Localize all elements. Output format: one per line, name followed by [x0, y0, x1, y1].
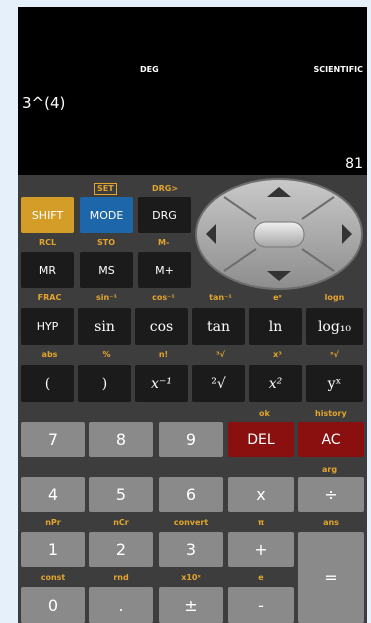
reciprocal-button[interactable]: x⁻¹ [135, 365, 188, 402]
del-button[interactable]: DEL [228, 422, 294, 457]
e-label: e [258, 573, 264, 582]
multiply-button[interactable]: x [228, 477, 294, 512]
mr-button[interactable]: MR [21, 252, 74, 288]
drg-arrow-label: DRG> [152, 184, 179, 193]
angle-mode-indicator: DEG [140, 65, 159, 74]
sin-button[interactable]: sin [78, 308, 131, 345]
drg-button[interactable]: DRG [138, 197, 191, 233]
hyp-button[interactable]: HYP [21, 308, 74, 345]
exp-label: eˣ [273, 293, 282, 302]
digit-8-button[interactable]: 8 [89, 422, 153, 457]
close-paren-button[interactable]: ) [78, 365, 131, 402]
atan-label: tan⁻¹ [209, 293, 232, 302]
calc-mode-indicator: SCIENTIFIC [313, 65, 363, 74]
x10x-label: x10ˣ [181, 573, 201, 582]
rcl-label: RCL [39, 238, 57, 247]
cube-root-label: ³√ [216, 350, 225, 359]
digit-0-button[interactable]: 0 [21, 587, 85, 623]
set-label: SET [94, 183, 117, 195]
minus-button[interactable]: - [228, 587, 294, 623]
log10-button[interactable]: log₁₀ [306, 308, 363, 345]
expression-display: 3^(4) [22, 94, 66, 112]
calculator-frame: DEG SCIENTIFIC 3^(4) 81 SET DRG> SHIFT M… [18, 7, 367, 623]
digit-9-button[interactable]: 9 [159, 422, 223, 457]
digit-2-button[interactable]: 2 [89, 532, 153, 567]
open-paren-button[interactable]: ( [21, 365, 74, 402]
shift-button[interactable]: SHIFT [21, 197, 74, 233]
convert-label: convert [173, 518, 209, 527]
frac-label: FRAC [37, 293, 62, 302]
const-label: const [40, 573, 66, 582]
digit-5-button[interactable]: 5 [89, 477, 153, 512]
divide-button[interactable]: ÷ [298, 477, 364, 512]
plus-button[interactable]: + [228, 532, 294, 567]
ms-button[interactable]: MS [80, 252, 133, 288]
m-minus-label: M- [158, 238, 170, 247]
asin-label: sin⁻¹ [96, 293, 117, 302]
square-root-button[interactable]: ²√ [192, 365, 245, 402]
m-plus-button[interactable]: M+ [138, 252, 191, 288]
display-screen: DEG SCIENTIFIC 3^(4) 81 [18, 7, 367, 175]
tan-button[interactable]: tan [192, 308, 245, 345]
pi-label: π [257, 518, 265, 527]
percent-label: % [102, 350, 111, 359]
rnd-label: rnd [113, 573, 129, 582]
factorial-label: n! [158, 350, 169, 359]
acos-label: cos⁻¹ [152, 293, 175, 302]
digit-3-button[interactable]: 3 [159, 532, 223, 567]
square-button[interactable]: x² [249, 365, 302, 402]
ans-label: ans [323, 518, 339, 527]
plus-minus-button[interactable]: ± [159, 587, 223, 623]
ac-button[interactable]: AC [298, 422, 364, 457]
dpad [195, 178, 363, 290]
decimal-button[interactable]: . [89, 587, 153, 623]
digit-1-button[interactable]: 1 [21, 532, 85, 567]
x-root-label: ˣ√ [330, 350, 339, 359]
power-button[interactable]: yˣ [306, 365, 363, 402]
ok-label: ok [259, 409, 270, 418]
digit-7-button[interactable]: 7 [21, 422, 85, 457]
ln-button[interactable]: ln [249, 308, 302, 345]
npr-label: nPr [45, 518, 61, 527]
sto-label: STO [97, 238, 116, 247]
ncr-label: nCr [113, 518, 129, 527]
dpad-center-button[interactable] [253, 221, 305, 248]
cos-button[interactable]: cos [135, 308, 188, 345]
logn-label: logn [324, 293, 345, 302]
digit-6-button[interactable]: 6 [159, 477, 223, 512]
equals-button[interactable]: = [298, 532, 364, 623]
mode-button[interactable]: MODE [80, 197, 133, 233]
arg-label: arg [322, 465, 338, 474]
result-display: 81 [345, 156, 363, 172]
history-label: history [315, 409, 347, 418]
cube-label: x³ [273, 350, 282, 359]
digit-4-button[interactable]: 4 [21, 477, 85, 512]
abs-label: abs [41, 350, 58, 359]
